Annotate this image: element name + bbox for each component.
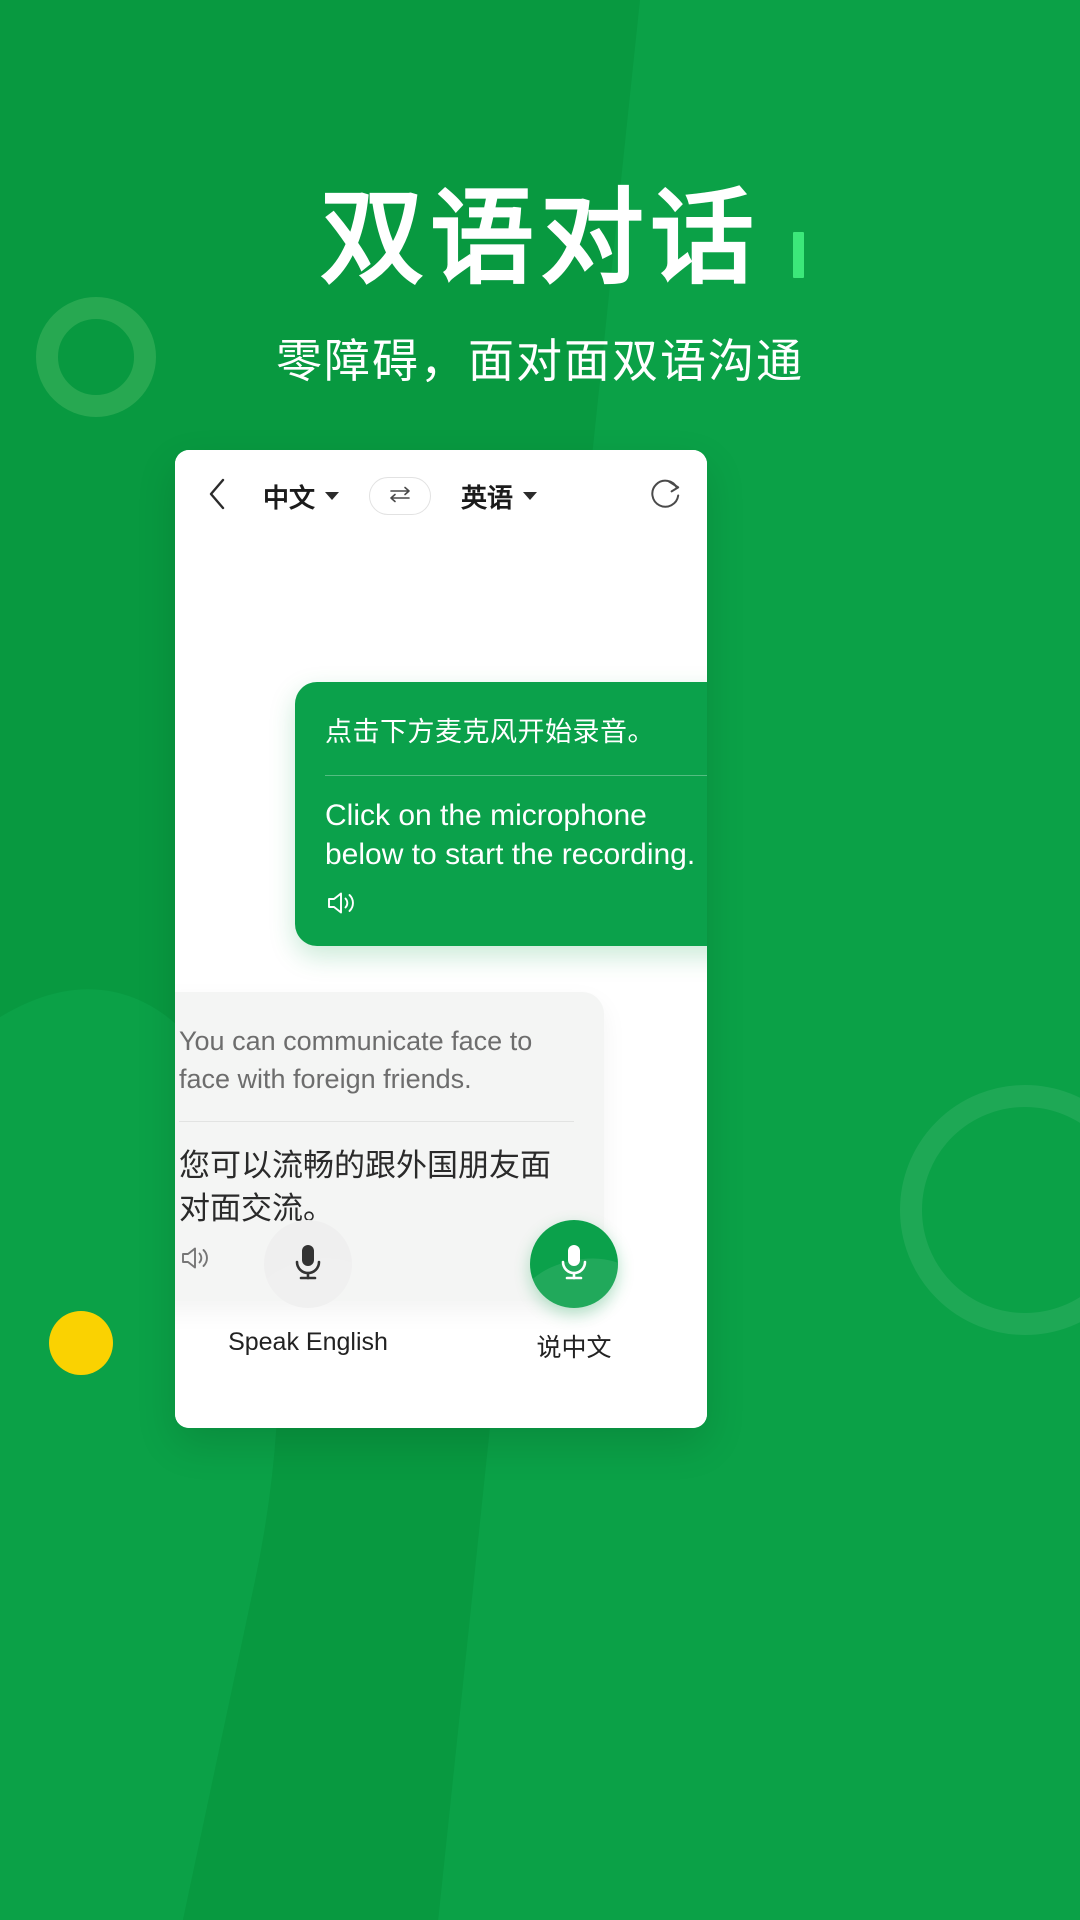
message-source-text: 点击下方麦克风开始录音。 [325, 717, 655, 747]
chevron-down-icon [325, 492, 340, 500]
microphone-icon [264, 1220, 352, 1308]
source-language-selector[interactable]: 中文 [263, 478, 340, 515]
conversation-area: 点击下方麦克风开始录音。 Click on the microphone bel… [175, 542, 707, 1302]
message-source-text: You can communicate face to face with fo… [179, 1026, 533, 1095]
message-bubble-outgoing[interactable]: 点击下方麦克风开始录音。 Click on the microphone bel… [295, 682, 707, 946]
target-language-label: 英语 [461, 482, 514, 513]
swap-languages-button[interactable] [369, 477, 432, 515]
promo-headline-text: 双语对话 [319, 181, 760, 297]
message-translated-text: Click on the microphone below to start t… [325, 798, 696, 872]
app-header: 中文 英语 [175, 450, 707, 542]
source-language-label: 中文 [263, 482, 316, 513]
speaker-icon[interactable] [179, 1244, 213, 1272]
redo-button[interactable] [647, 475, 685, 518]
microphone-icon [530, 1220, 618, 1308]
headline-accent-bar [793, 231, 804, 278]
message-divider [179, 1120, 574, 1122]
message-translated-text: 您可以流畅的跟外国朋友面对面交流。 [179, 1147, 551, 1227]
app-screen-card: 中文 英语 点击下方麦克风开始录音。 Click on the micropho… [175, 450, 707, 1428]
mic-button-label: 说中文 [536, 1334, 612, 1362]
speaker-icon[interactable] [325, 889, 359, 917]
target-language-selector[interactable]: 英语 [461, 478, 538, 515]
decorative-yellow-dot [49, 1311, 113, 1375]
swap-arrows-icon [386, 484, 414, 509]
back-button[interactable] [197, 477, 237, 516]
chevron-down-icon [523, 492, 538, 500]
chevron-left-icon [206, 477, 228, 516]
mic-button-label: Speak English [228, 1328, 388, 1356]
redo-circle-icon [647, 475, 685, 518]
promo-headline-wrap: 双语对话 [0, 180, 1080, 300]
message-divider [325, 774, 707, 776]
promo-headline: 双语对话 [319, 180, 804, 300]
promo-subheadline: 零障碍，面对面双语沟通 [276, 335, 804, 387]
